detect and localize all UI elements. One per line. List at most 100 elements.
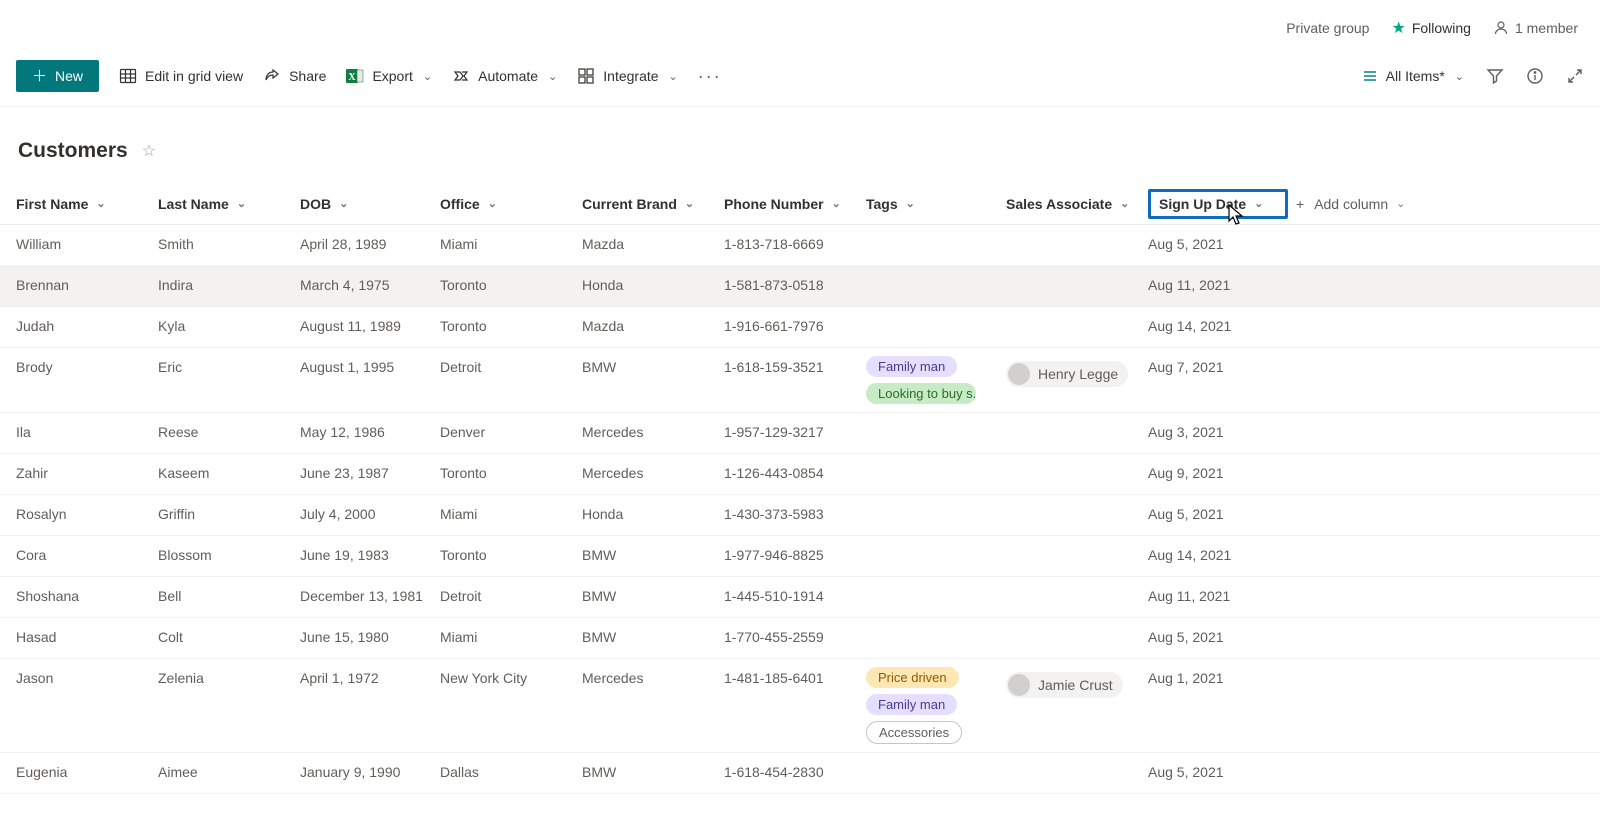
star-filled-icon: ★ [1391, 18, 1405, 38]
cell-empty [1288, 659, 1600, 681]
column-header-tags[interactable]: Tags⌄ [866, 188, 1006, 220]
cell-first-name: Zahir [16, 454, 158, 492]
cell-phone: 1-813-718-6669 [724, 225, 866, 263]
column-header-current-brand[interactable]: Current Brand⌄ [582, 188, 724, 220]
table-row[interactable]: WilliamSmithApril 28, 1989MiamiMazda1-81… [0, 225, 1600, 266]
cell-phone: 1-770-455-2559 [724, 618, 866, 656]
cell-empty [1288, 413, 1600, 435]
cell-empty [1288, 618, 1600, 640]
cell-dob: April 1, 1972 [300, 659, 440, 697]
cell-dob: March 4, 1975 [300, 266, 440, 304]
share-button[interactable]: Share [263, 67, 326, 85]
automate-button[interactable]: Automate ⌄ [452, 67, 557, 85]
cell-first-name: Ila [16, 413, 158, 451]
table-row[interactable]: RosalynGriffinJuly 4, 2000MiamiHonda1-43… [0, 495, 1600, 536]
expand-button[interactable] [1566, 67, 1584, 85]
edit-grid-label: Edit in grid view [145, 68, 243, 84]
cell-first-name: Eugenia [16, 753, 158, 791]
table-row[interactable]: BrodyEricAugust 1, 1995DetroitBMW1-618-1… [0, 348, 1600, 413]
cell-sales-associate [1006, 454, 1148, 476]
cell-sales-associate [1006, 225, 1148, 247]
favorite-star-button[interactable]: ☆ [142, 141, 156, 161]
column-header-office[interactable]: Office⌄ [440, 188, 582, 220]
cell-last-name: Kyla [158, 307, 300, 345]
export-button[interactable]: X Export ⌄ [346, 67, 432, 85]
table-row[interactable]: JudahKylaAugust 11, 1989TorontoMazda1-91… [0, 307, 1600, 348]
table-row[interactable]: ZahirKaseemJune 23, 1987TorontoMercedes1… [0, 454, 1600, 495]
column-header-sign-up-date[interactable]: Sign Up Date⌄ [1148, 189, 1288, 219]
cell-dob: April 28, 1989 [300, 225, 440, 263]
cell-empty [1288, 495, 1600, 517]
cell-sign-up-date: Aug 11, 2021 [1148, 266, 1288, 304]
list-title: Customers [18, 139, 128, 163]
column-header-dob[interactable]: DOB⌄ [300, 188, 440, 220]
cell-brand: BMW [582, 348, 724, 386]
cell-sign-up-date: Aug 9, 2021 [1148, 454, 1288, 492]
data-table: First Name⌄ Last Name⌄ DOB⌄ Office⌄ Curr… [0, 183, 1600, 794]
cell-sales-associate [1006, 753, 1148, 775]
tag-pill[interactable]: Looking to buy s... [866, 383, 976, 404]
cell-office: Miami [440, 495, 582, 533]
table-row[interactable]: ShoshanaBellDecember 13, 1981DetroitBMW1… [0, 577, 1600, 618]
chevron-down-icon: ⌄ [1120, 197, 1129, 210]
cell-dob: June 19, 1983 [300, 536, 440, 574]
right-toolbar: All Items* ⌄ [1362, 67, 1584, 85]
tag-pill[interactable]: Accessories [866, 721, 962, 744]
table-row[interactable]: BrennanIndiraMarch 4, 1975TorontoHonda1-… [0, 266, 1600, 307]
members-link[interactable]: 1 member [1493, 20, 1578, 36]
cell-tags: Family man Looking to buy s... [866, 348, 1006, 412]
cell-office: Dallas [440, 753, 582, 791]
share-icon [263, 67, 281, 85]
table-row[interactable]: IlaReeseMay 12, 1986DenverMercedes1-957-… [0, 413, 1600, 454]
cell-last-name: Eric [158, 348, 300, 386]
group-privacy-label: Private group [1286, 20, 1369, 36]
cell-sign-up-date: Aug 3, 2021 [1148, 413, 1288, 451]
export-label: Export [372, 68, 412, 84]
cell-dob: August 1, 1995 [300, 348, 440, 386]
cell-first-name: Rosalyn [16, 495, 158, 533]
list-title-row: Customers ☆ [0, 107, 1600, 183]
column-header-sales-associate[interactable]: Sales Associate⌄ [1006, 188, 1148, 220]
cell-tags [866, 618, 1006, 634]
column-header-phone[interactable]: Phone Number⌄ [724, 188, 866, 220]
avatar-icon [1008, 363, 1030, 385]
table-row[interactable]: EugeniaAimeeJanuary 9, 1990DallasBMW1-61… [0, 753, 1600, 794]
person-pill[interactable]: Jamie Crust [1006, 672, 1123, 698]
new-button[interactable]: ＋ New [16, 60, 99, 92]
cell-office: Toronto [440, 454, 582, 492]
tag-pill[interactable]: Price driven [866, 667, 959, 688]
cell-sign-up-date: Aug 11, 2021 [1148, 577, 1288, 615]
integrate-button[interactable]: Integrate ⌄ [577, 67, 677, 85]
overflow-menu-button[interactable]: ··· [698, 66, 722, 87]
cell-empty [1288, 225, 1600, 247]
following-label: Following [1412, 20, 1471, 36]
cell-last-name: Smith [158, 225, 300, 263]
cell-last-name: Kaseem [158, 454, 300, 492]
cell-phone: 1-916-661-7976 [724, 307, 866, 345]
column-header-first-name[interactable]: First Name⌄ [16, 188, 158, 220]
column-header-last-name[interactable]: Last Name⌄ [158, 188, 300, 220]
cell-sales-associate: Henry Legge [1006, 348, 1148, 399]
cell-phone: 1-618-159-3521 [724, 348, 866, 386]
cell-dob: June 23, 1987 [300, 454, 440, 492]
chevron-down-icon: ⌄ [1254, 197, 1263, 210]
info-button[interactable] [1526, 67, 1544, 85]
person-pill[interactable]: Henry Legge [1006, 361, 1128, 387]
cell-sign-up-date: Aug 5, 2021 [1148, 753, 1288, 791]
cell-sign-up-date: Aug 5, 2021 [1148, 618, 1288, 656]
filter-button[interactable] [1486, 67, 1504, 85]
add-column-button[interactable]: +Add column⌄ [1288, 188, 1600, 220]
table-row[interactable]: CoraBlossomJune 19, 1983TorontoBMW1-977-… [0, 536, 1600, 577]
following-toggle[interactable]: ★ Following [1391, 18, 1470, 38]
tag-pill[interactable]: Family man [866, 356, 957, 377]
cell-sales-associate [1006, 536, 1148, 558]
view-selector[interactable]: All Items* ⌄ [1362, 68, 1464, 84]
cell-phone: 1-957-129-3217 [724, 413, 866, 451]
tag-pill[interactable]: Family man [866, 694, 957, 715]
edit-grid-button[interactable]: Edit in grid view [119, 67, 243, 85]
table-row[interactable]: JasonZeleniaApril 1, 1972New York CityMe… [0, 659, 1600, 753]
page-topbar: Private group ★ Following 1 member [0, 0, 1600, 48]
cell-first-name: Cora [16, 536, 158, 574]
cell-first-name: Hasad [16, 618, 158, 656]
table-row[interactable]: HasadColtJune 15, 1980MiamiBMW1-770-455-… [0, 618, 1600, 659]
